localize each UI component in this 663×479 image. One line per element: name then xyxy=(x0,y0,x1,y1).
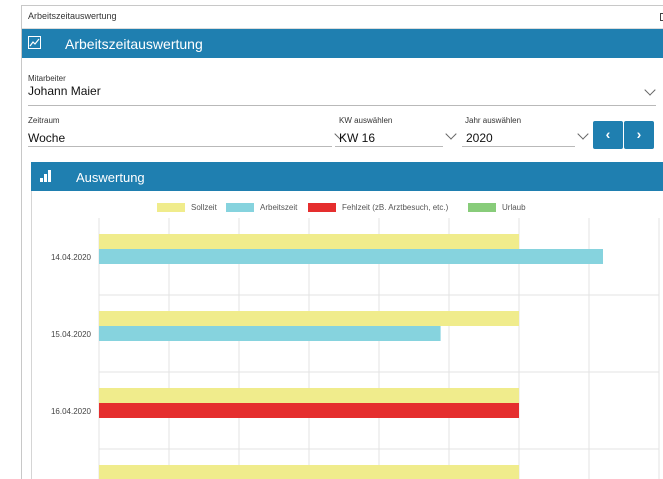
y-tick-label: 14.04.2020 xyxy=(51,253,92,262)
y-tick-label: 16.04.2020 xyxy=(51,407,92,416)
bar-arbeitszeit[interactable] xyxy=(99,249,603,264)
bar-arbeitszeit[interactable] xyxy=(99,326,441,341)
y-tick-label: 15.04.2020 xyxy=(51,330,92,339)
bar-fehlzeit[interactable] xyxy=(99,403,519,418)
auswertung-chart: 14.04.202015.04.202016.04.202017.04.2020 xyxy=(51,218,660,479)
app-window: Arbeitszeitauswertung Arbeitszeitauswert… xyxy=(21,5,663,479)
bar-sollzeit[interactable] xyxy=(99,311,519,326)
bar-sollzeit[interactable] xyxy=(99,234,519,249)
bar-sollzeit[interactable] xyxy=(99,388,519,403)
bar-sollzeit[interactable] xyxy=(99,465,519,479)
